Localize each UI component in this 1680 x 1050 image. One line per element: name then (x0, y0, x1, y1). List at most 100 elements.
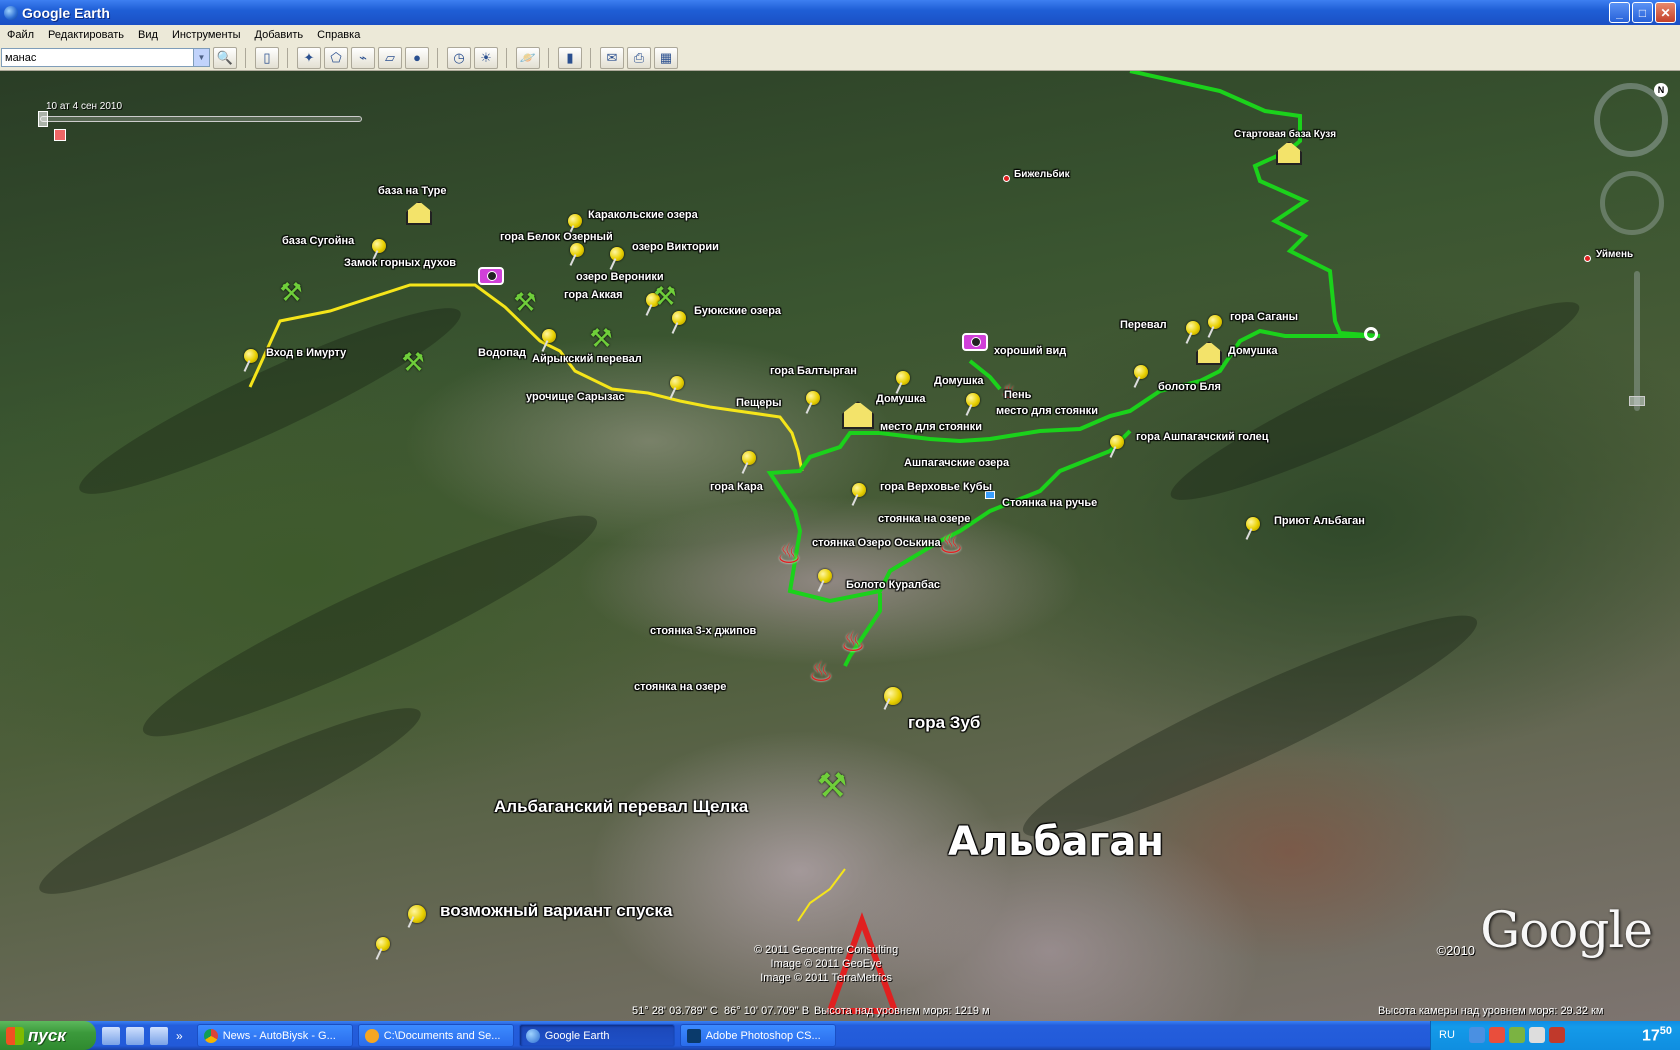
menu-add[interactable]: Добавить (248, 29, 311, 41)
placemark-label[interactable]: Стоянка на ручье (1002, 497, 1097, 509)
zoom-slider-handle[interactable] (1629, 396, 1645, 406)
yellow-pin-icon[interactable] (372, 239, 386, 253)
yellow-pin-icon[interactable] (852, 483, 866, 497)
network-icon[interactable] (1469, 1027, 1485, 1043)
yellow-pin-icon[interactable] (244, 349, 258, 363)
time-slider-track[interactable] (40, 116, 362, 122)
placemark-label[interactable]: Домушка (876, 393, 925, 405)
photo-marker-icon[interactable] (54, 129, 66, 141)
search-button[interactable]: 🔍 (213, 46, 237, 69)
placemark-label[interactable]: Пещеры (736, 397, 782, 409)
placemark-label[interactable]: стоянка Озеро Оськина (812, 537, 941, 549)
placemark-label[interactable]: стоянка на озере (634, 681, 726, 693)
add-overlay-button[interactable]: ▱ (378, 46, 402, 69)
hiker-icon[interactable]: ⚒ (650, 281, 680, 311)
yellow-pin-icon[interactable] (1110, 435, 1124, 449)
yellow-pin-icon[interactable] (742, 451, 756, 465)
sidebar-toggle-button[interactable]: ▯ (255, 46, 279, 69)
yellow-pin-icon[interactable] (376, 937, 390, 951)
record-tour-button[interactable]: ● (405, 46, 429, 69)
town-marker-icon[interactable] (1003, 175, 1010, 182)
minimize-button[interactable]: _ (1609, 2, 1630, 23)
historical-imagery-button[interactable]: ◷ (447, 46, 471, 69)
hiker-icon[interactable]: ⚒ (398, 347, 428, 377)
hiker-icon[interactable]: ⚒ (276, 277, 306, 307)
placemark-label[interactable]: Домушка (934, 375, 983, 387)
menu-edit[interactable]: Редактировать (41, 29, 131, 41)
yellow-pin-icon[interactable] (966, 393, 980, 407)
town-label[interactable]: Уймень (1596, 249, 1633, 260)
yellow-route-path[interactable] (797, 868, 846, 922)
maximize-button[interactable]: □ (1632, 2, 1653, 23)
yellow-pin-icon[interactable] (568, 214, 582, 228)
antivirus-icon[interactable] (1489, 1027, 1505, 1043)
clock[interactable]: 1750 (1642, 1025, 1672, 1045)
yellow-pin-icon[interactable] (542, 329, 556, 343)
add-polygon-button[interactable]: ⬠ (324, 46, 348, 69)
flag-icon[interactable] (1549, 1027, 1565, 1043)
add-path-button[interactable]: ⌁ (351, 46, 375, 69)
quicklaunch-desktop-icon[interactable] (102, 1026, 120, 1045)
placemark-label[interactable]: озеро Вероники (576, 271, 664, 283)
yellow-pin-icon[interactable] (670, 376, 684, 390)
placemark-label[interactable]: гора Верховье Кубы (880, 481, 992, 493)
planets-button[interactable]: 🪐 (516, 46, 540, 69)
hiker-icon[interactable]: ⚒ (812, 769, 852, 811)
print-button[interactable]: ⎙ (627, 46, 651, 69)
navigation-compass[interactable]: N (1594, 83, 1668, 157)
yellow-pin-icon[interactable] (818, 569, 832, 583)
taskbar-item-chrome[interactable]: News - AutoBiysk - G... (196, 1024, 353, 1047)
yellow-pin-icon[interactable] (884, 687, 902, 705)
map-3d-view[interactable]: 10 ат 4 сен 2010 N ⚒ ⚒ ⚒ ⚒ ⚒ ⚒ ♨ ♨ ♨ ♨ ♨ (0, 71, 1680, 1021)
campfire-icon[interactable]: ♨ (938, 529, 964, 559)
menu-tools[interactable]: Инструменты (165, 29, 248, 41)
yellow-pin-icon[interactable] (610, 247, 624, 261)
placemark-label[interactable]: Водопад (478, 347, 526, 359)
placemark-label[interactable]: гора Аккая (564, 289, 623, 301)
campfire-icon[interactable]: ♨ (776, 539, 802, 569)
yellow-pin-icon[interactable] (1246, 517, 1260, 531)
campfire-icon[interactable]: ♨ (808, 657, 834, 687)
placemark-label[interactable]: Приют Альбаган (1274, 515, 1365, 527)
time-slider-handle[interactable] (38, 111, 48, 127)
placemark-label[interactable]: Каракольские озера (588, 209, 698, 221)
placemark-label[interactable]: болото Бля (1158, 381, 1221, 393)
placemark-label[interactable]: Пень (1004, 389, 1031, 401)
hiker-icon[interactable]: ⚒ (510, 287, 540, 317)
volume-icon[interactable] (1529, 1027, 1545, 1043)
chevron-right-icon[interactable]: » (176, 1029, 183, 1043)
yellow-pin-icon[interactable] (408, 905, 426, 923)
yellow-pin-icon[interactable] (1134, 365, 1148, 379)
taskbar-item-photoshop[interactable]: Adobe Photoshop CS... (679, 1024, 836, 1047)
placemark-label[interactable]: возможный вариант спуска (440, 901, 672, 921)
menu-file[interactable]: Файл (0, 29, 41, 41)
email-button[interactable]: ✉ (600, 46, 624, 69)
taskbar-item-explorer[interactable]: C:\Documents and Se... (357, 1024, 514, 1047)
placemark-label[interactable]: Ашпагачские озера (904, 457, 1009, 469)
language-indicator[interactable]: RU (1439, 1029, 1455, 1041)
placemark-label[interactable]: Буюкские озера (694, 305, 781, 317)
placemark-label[interactable]: озеро Виктории (632, 241, 719, 253)
zoom-slider[interactable] (1629, 271, 1645, 411)
camera-icon[interactable] (478, 267, 504, 285)
placemark-label[interactable]: Вход в Имурту (266, 347, 346, 359)
north-icon[interactable]: N (1654, 83, 1668, 97)
menu-view[interactable]: Вид (131, 29, 165, 41)
search-input[interactable] (2, 49, 192, 66)
placemark-label[interactable]: место для стоянки (880, 421, 982, 433)
placemark-label[interactable]: гора Саганы (1230, 311, 1298, 323)
add-placemark-button[interactable]: ✦ (297, 46, 321, 69)
placemark-label[interactable]: база на Туре (378, 185, 446, 197)
ruler-button[interactable]: ▮ (558, 46, 582, 69)
search-combobox[interactable]: ▼ (1, 48, 210, 67)
placemark-label[interactable]: место для стоянки (996, 405, 1098, 417)
start-button[interactable]: пуск (0, 1021, 96, 1050)
menu-help[interactable]: Справка (310, 29, 367, 41)
close-button[interactable]: ✕ (1655, 2, 1676, 23)
placemark-label[interactable]: Перевал (1120, 319, 1167, 331)
placemark-label[interactable]: Айрыкский перевал (532, 353, 642, 365)
camera-icon[interactable] (962, 333, 988, 351)
placemark-label[interactable]: урочище Сарызас (526, 391, 625, 403)
placemark-label[interactable]: хороший вид (994, 345, 1066, 357)
view-in-maps-button[interactable]: ▦ (654, 46, 678, 69)
